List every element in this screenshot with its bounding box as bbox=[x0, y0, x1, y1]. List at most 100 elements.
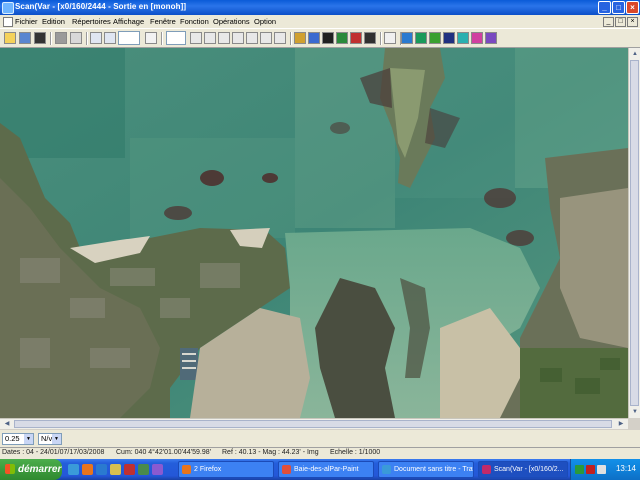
app-icon[interactable] bbox=[2, 2, 14, 14]
menu-affichage[interactable]: Affichage bbox=[113, 17, 144, 26]
menu-repertoires[interactable]: Répertoires bbox=[72, 17, 111, 26]
track-icon[interactable] bbox=[457, 32, 469, 44]
scale-bar: 0.25 ▼ N/v ▼ bbox=[0, 430, 640, 447]
quicklaunch-media-icon[interactable] bbox=[124, 464, 135, 475]
route-icon[interactable] bbox=[350, 32, 362, 44]
tray-antivirus-icon[interactable] bbox=[586, 465, 595, 474]
print-icon[interactable] bbox=[55, 32, 67, 44]
menu-bar: Fichier Edition Répertoires Affichage Fe… bbox=[0, 15, 640, 28]
taskbar: démarrer 2 Firefox Baie-des-alPar-Paint … bbox=[0, 459, 640, 480]
waypoint-icon[interactable] bbox=[443, 32, 455, 44]
tray-network-icon[interactable] bbox=[597, 465, 606, 474]
firefox-icon bbox=[182, 465, 191, 474]
window-title: Scan(Var - [x0/160/2444 - Sortie en [mon… bbox=[15, 2, 187, 11]
layer-selector[interactable] bbox=[166, 31, 186, 45]
task-label: Document sans titre - Trav... bbox=[394, 466, 474, 473]
chevron-down-icon[interactable]: ▼ bbox=[52, 434, 61, 444]
task-label: Scan(Var - [x0/160/2... bbox=[494, 466, 564, 473]
terrain-icon[interactable] bbox=[429, 32, 441, 44]
zoom-selector[interactable] bbox=[118, 31, 140, 45]
polygon-tool-icon[interactable] bbox=[232, 32, 244, 44]
doc-restore-button[interactable]: □ bbox=[615, 17, 626, 27]
grid-icon[interactable] bbox=[294, 32, 306, 44]
elevation-icon[interactable] bbox=[415, 32, 427, 44]
open-icon[interactable] bbox=[4, 32, 16, 44]
document-icon bbox=[382, 465, 391, 474]
horizontal-scroll-thumb[interactable] bbox=[14, 420, 612, 428]
aerial-map[interactable] bbox=[0, 48, 628, 418]
vertical-scroll-thumb[interactable] bbox=[630, 60, 639, 406]
windows-logo-icon bbox=[5, 464, 15, 474]
layers-icon[interactable] bbox=[308, 32, 320, 44]
start-label: démarrer bbox=[18, 464, 62, 475]
polyline-tool-icon[interactable] bbox=[204, 32, 216, 44]
tray-app-icon[interactable] bbox=[575, 465, 584, 474]
task-label: Baie-des-alPar-Paint bbox=[294, 466, 359, 473]
status-coords: Cum: 040 4°42'01.00'44'59.98' bbox=[116, 449, 211, 456]
save-icon[interactable] bbox=[34, 32, 46, 44]
maximize-button[interactable]: □ bbox=[612, 1, 625, 14]
menu-option[interactable]: Option bbox=[254, 17, 276, 26]
status-dates: Dates : 04 - 24/01/07/17/03/2008 bbox=[2, 449, 105, 456]
toolbar-separator bbox=[290, 32, 292, 45]
line-tool-icon[interactable] bbox=[190, 32, 202, 44]
symbol-tool-icon[interactable] bbox=[274, 32, 286, 44]
refresh-icon[interactable] bbox=[384, 32, 396, 44]
measure-icon[interactable] bbox=[471, 32, 483, 44]
vertical-scrollbar[interactable]: ▲ ▼ bbox=[628, 48, 640, 418]
task-scanvar[interactable]: Scan(Var - [x0/160/2... bbox=[478, 461, 568, 478]
angle-tool-icon[interactable] bbox=[246, 32, 258, 44]
quicklaunch-app2-icon[interactable] bbox=[152, 464, 163, 475]
toolbar-separator bbox=[50, 32, 52, 45]
quicklaunch-app-icon[interactable] bbox=[138, 464, 149, 475]
zoom-out-icon[interactable] bbox=[104, 32, 116, 44]
zoom-select[interactable]: 0.25 ▼ bbox=[2, 433, 34, 445]
scroll-left-icon[interactable]: ◀ bbox=[2, 419, 12, 429]
chevron-down-icon[interactable]: ▼ bbox=[24, 434, 33, 444]
title-bar: Scan(Var - [x0/160/2444 - Sortie en [mon… bbox=[0, 0, 640, 15]
map-icon[interactable] bbox=[336, 32, 348, 44]
copy-icon[interactable] bbox=[70, 32, 82, 44]
status-bar: Dates : 04 - 24/01/07/17/03/2008 Cum: 04… bbox=[0, 447, 640, 459]
start-button[interactable]: démarrer bbox=[0, 459, 62, 480]
menu-fichier[interactable]: Fichier bbox=[15, 17, 38, 26]
target-icon[interactable] bbox=[322, 32, 334, 44]
menu-operations[interactable]: Opérations bbox=[213, 17, 250, 26]
unit-select[interactable]: N/v ▼ bbox=[38, 433, 62, 445]
zoom-value: 0.25 bbox=[5, 434, 20, 443]
minimize-button[interactable]: _ bbox=[598, 1, 611, 14]
task-paint[interactable]: Baie-des-alPar-Paint bbox=[278, 461, 374, 478]
curve-tool-icon[interactable] bbox=[218, 32, 230, 44]
quicklaunch-ie-icon[interactable] bbox=[96, 464, 107, 475]
task-label: 2 Firefox bbox=[194, 466, 222, 473]
paint-icon bbox=[282, 465, 291, 474]
unit-value: N/v bbox=[41, 434, 53, 443]
scroll-right-icon[interactable]: ▶ bbox=[616, 419, 626, 429]
aerial-photo-image[interactable] bbox=[0, 48, 628, 418]
settings-icon[interactable] bbox=[485, 32, 497, 44]
text-tool-icon[interactable] bbox=[260, 32, 272, 44]
quicklaunch-firefox-icon[interactable] bbox=[82, 464, 93, 475]
quicklaunch-explorer-icon[interactable] bbox=[110, 464, 121, 475]
doc-minimize-button[interactable]: _ bbox=[603, 17, 614, 27]
close-button[interactable]: × bbox=[626, 1, 639, 14]
quicklaunch-desktop-icon[interactable] bbox=[68, 464, 79, 475]
tile-icon[interactable] bbox=[401, 32, 413, 44]
menu-fenetre[interactable]: Fenêtre bbox=[150, 17, 176, 26]
horizontal-scrollbar[interactable]: ◀ ▶ bbox=[0, 418, 628, 429]
new-icon[interactable] bbox=[19, 32, 31, 44]
scroll-up-icon[interactable]: ▲ bbox=[630, 49, 640, 59]
scroll-down-icon[interactable]: ▼ bbox=[630, 407, 640, 417]
zoom-in-icon[interactable] bbox=[90, 32, 102, 44]
doc-close-button[interactable]: × bbox=[627, 17, 638, 27]
toolbar-separator bbox=[380, 32, 382, 45]
menu-edition[interactable]: Edition bbox=[42, 17, 65, 26]
gps-icon[interactable] bbox=[364, 32, 376, 44]
pointer-icon[interactable] bbox=[145, 32, 157, 44]
toolbar bbox=[0, 28, 640, 48]
task-document[interactable]: Document sans titre - Trav... bbox=[378, 461, 474, 478]
system-tray: 13:14 bbox=[570, 459, 640, 480]
document-icon[interactable] bbox=[3, 17, 13, 27]
task-firefox[interactable]: 2 Firefox bbox=[178, 461, 274, 478]
menu-fonction[interactable]: Fonction bbox=[180, 17, 209, 26]
